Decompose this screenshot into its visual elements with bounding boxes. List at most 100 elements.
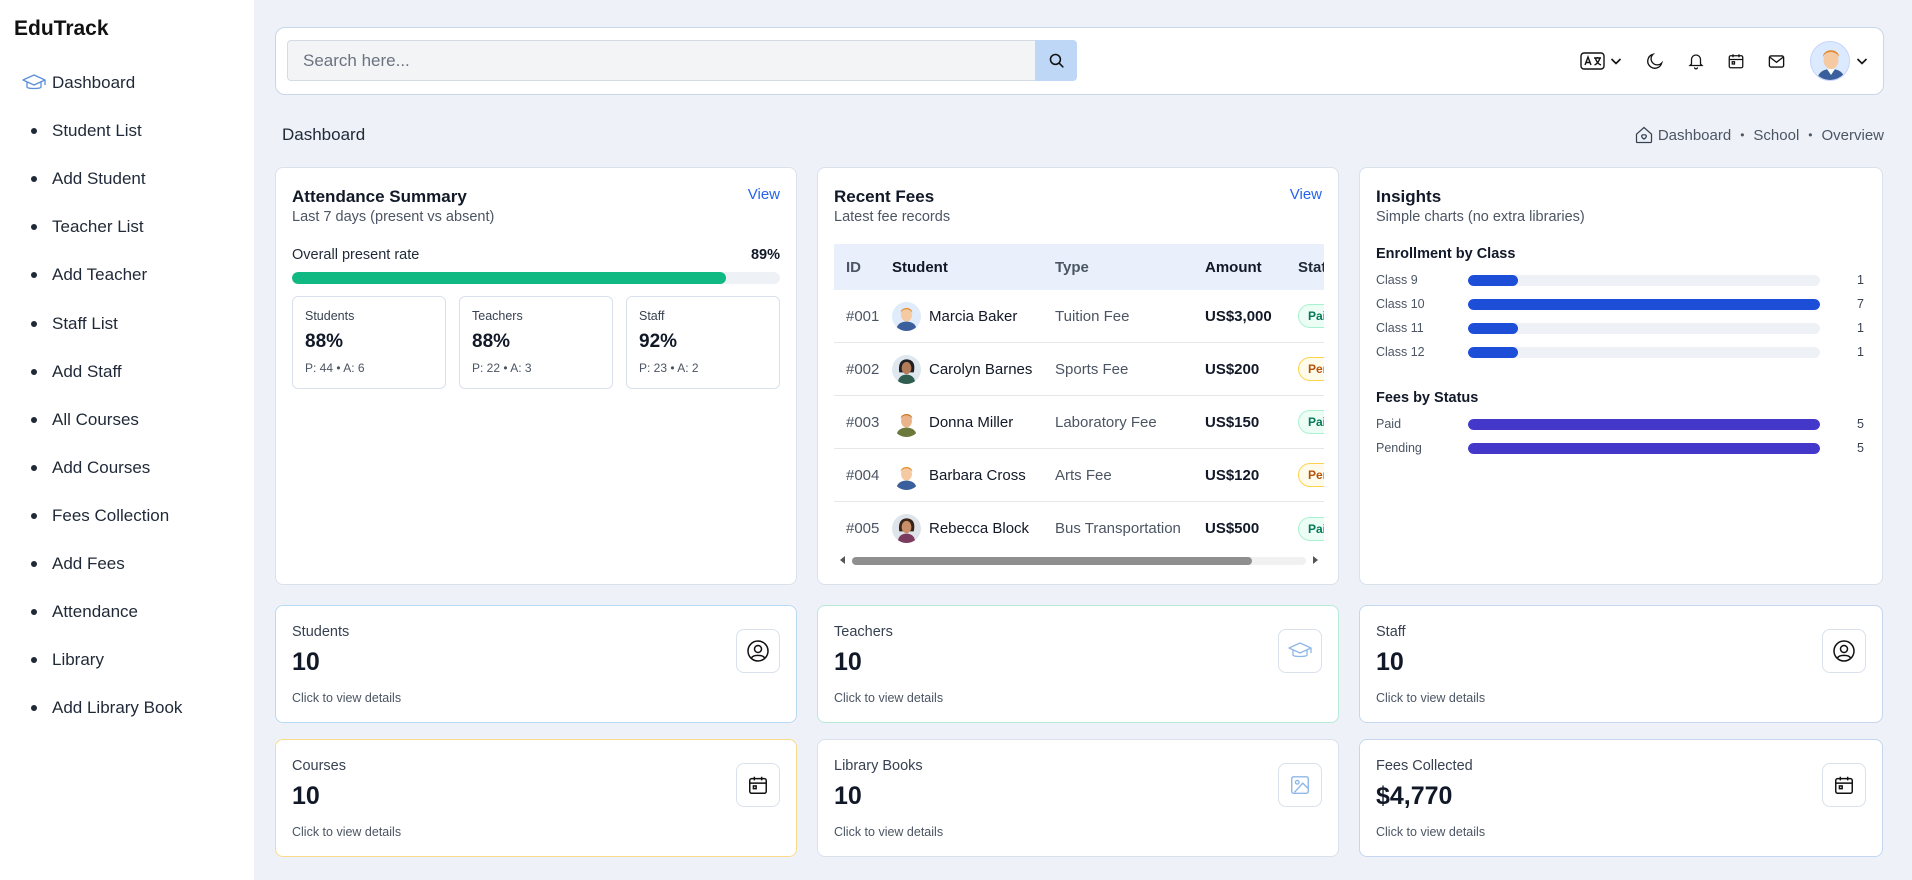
image-icon <box>1278 763 1322 807</box>
table-horizontal-scrollbar[interactable] <box>834 552 1324 568</box>
breadcrumb-item-school[interactable]: School <box>1753 127 1799 144</box>
sidebar-item-fees-collection[interactable]: Fees Collection <box>0 492 254 540</box>
stat-card-fees-collected[interactable]: Fees Collected $4,770 Click to view detail… <box>1359 739 1883 857</box>
column-header[interactable]: Amount <box>1205 259 1298 276</box>
bar-fill <box>1468 322 1519 334</box>
sidebar-item-dashboard[interactable]: Dashboard <box>0 59 254 107</box>
notifications-button[interactable] <box>1687 52 1705 70</box>
sidebar-item-add-teacher[interactable]: Add Teacher <box>0 251 254 299</box>
search-button[interactable] <box>1035 40 1077 81</box>
stat-card-students[interactable]: Students 10 Click to view details <box>275 605 797 723</box>
sidebar-item-add-student[interactable]: Add Student <box>0 155 254 203</box>
page-title: Dashboard <box>282 125 366 144</box>
bar-fill <box>1468 418 1820 430</box>
sidebar-item-all-courses[interactable]: All Courses <box>0 396 254 444</box>
fee-student-name: Carolyn Barnes <box>929 360 1033 378</box>
column-header[interactable]: Status <box>1298 259 1324 276</box>
bullet-icon <box>18 320 50 327</box>
attendance-box-label: Teachers <box>472 309 523 323</box>
card-subtitle: Latest fee records <box>834 209 951 225</box>
sidebar-item-add-staff[interactable]: Add Staff <box>0 348 254 396</box>
bullet-icon <box>18 176 50 183</box>
stat-value: 10 <box>292 782 320 810</box>
breadcrumb: Dashboard • School • Overview <box>1634 125 1884 145</box>
fee-student: Barbara Cross <box>892 460 1055 490</box>
column-header[interactable]: Type <box>1055 259 1205 276</box>
bar-label: Paid <box>1376 417 1402 431</box>
messages-button[interactable] <box>1767 52 1786 71</box>
bar-label: Class 10 <box>1376 297 1425 311</box>
attendance-box-label: Staff <box>639 309 665 323</box>
user-circle-icon <box>736 629 780 673</box>
stat-label: Staff <box>1376 624 1406 640</box>
fee-student-name: Rebecca Block <box>929 520 1030 537</box>
sidebar-item-staff-list[interactable]: Staff List <box>0 299 254 347</box>
scrollbar-thumb[interactable] <box>852 557 1252 565</box>
calendar-button[interactable] <box>1727 52 1745 70</box>
sidebar-item-label: Student List <box>52 121 142 141</box>
sidebar-item-add-courses[interactable]: Add Courses <box>0 444 254 492</box>
sidebar-item-label: Attendance <box>52 602 139 622</box>
bar-label: Pending <box>1376 441 1422 455</box>
bar-track <box>1468 274 1820 286</box>
stat-card-teachers[interactable]: Teachers 10 Click to view details <box>817 605 1339 723</box>
user-menu[interactable] <box>1810 41 1869 81</box>
avatar <box>892 407 921 437</box>
moon-icon <box>1647 52 1664 69</box>
stat-label: Library Books <box>834 758 923 774</box>
sidebar-item-label: Add Courses <box>52 457 151 477</box>
bullet-icon <box>18 224 50 231</box>
bullet-icon <box>18 705 50 712</box>
theme-toggle[interactable] <box>1645 51 1665 71</box>
language-selector[interactable] <box>1580 52 1623 70</box>
translate-icon <box>1580 52 1605 70</box>
avatar <box>1810 41 1850 81</box>
breadcrumb-item-dashboard[interactable]: Dashboard <box>1658 127 1731 144</box>
sidebar-item-add-fees[interactable]: Add Fees <box>0 540 254 588</box>
scroll-right-icon[interactable] <box>1308 553 1322 567</box>
sidebar-item-label: Add Staff <box>52 361 122 381</box>
main-content: Dashboard Dashboard • School • Overview … <box>254 0 1912 880</box>
bar-label: Class 12 <box>1376 345 1425 359</box>
sidebar-item-library[interactable]: Library <box>0 636 254 684</box>
bar-value: 1 <box>1857 345 1864 359</box>
scroll-left-icon[interactable] <box>836 553 850 567</box>
column-header[interactable]: ID <box>834 259 892 276</box>
enrollment-bar-row: Class 12 1 <box>1376 344 1864 360</box>
column-header[interactable]: Student <box>892 259 1055 276</box>
enrollment-chart-title: Enrollment by Class <box>1376 246 1516 262</box>
table-row[interactable]: #004 Barbara Cross Arts Fee US$120 Pendi… <box>834 449 1324 502</box>
stat-label: Courses <box>292 758 346 774</box>
brand-logo[interactable]: EduTrack <box>14 17 109 41</box>
graduation-cap-icon <box>1278 629 1322 673</box>
bar-value: 5 <box>1857 441 1864 455</box>
calendar-icon <box>1822 763 1866 807</box>
table-row[interactable]: #002 Carolyn Barnes Sports Fee US$200 Pe… <box>834 343 1324 396</box>
bar-fill <box>1468 346 1519 358</box>
table-row[interactable]: #001 Marcia Baker Tuition Fee US$3,000 P… <box>834 290 1324 343</box>
sidebar-item-add-library-book[interactable]: Add Library Book <box>0 684 254 732</box>
attendance-view-link[interactable]: View <box>748 186 780 203</box>
fee-student: Donna Miller <box>892 407 1055 437</box>
search-input[interactable] <box>287 40 1035 81</box>
stat-card-library-books[interactable]: Library Books 10 Click to view details <box>817 739 1339 857</box>
bar-track <box>1468 298 1820 310</box>
sidebar-item-student-list[interactable]: Student List <box>0 107 254 155</box>
fees-view-link[interactable]: View <box>1290 186 1322 203</box>
breadcrumb-item-overview: Overview <box>1821 126 1884 144</box>
chevron-down-icon <box>1610 58 1622 65</box>
graduation-cap-icon <box>18 74 50 92</box>
fee-id: #002 <box>846 360 880 378</box>
fee-amount: US$500 <box>1205 520 1260 537</box>
sidebar-item-teacher-list[interactable]: Teacher List <box>0 203 254 251</box>
sidebar-item-attendance[interactable]: Attendance <box>0 588 254 636</box>
status-badge: Paid <box>1298 516 1324 541</box>
stat-card-staff[interactable]: Staff 10 Click to view details <box>1359 605 1883 723</box>
enrollment-bar-row: Class 9 1 <box>1376 272 1864 288</box>
stat-card-courses[interactable]: Courses 10 Click to view details <box>275 739 797 857</box>
topbar-actions <box>1580 40 1869 82</box>
status-badge: Paid <box>1298 410 1324 434</box>
table-row[interactable]: #003 Donna Miller Laboratory Fee US$150 … <box>834 396 1324 449</box>
fee-type: Arts Fee <box>1055 466 1112 484</box>
table-row[interactable]: #005 Rebecca Block Bus Transportation US… <box>834 502 1324 555</box>
